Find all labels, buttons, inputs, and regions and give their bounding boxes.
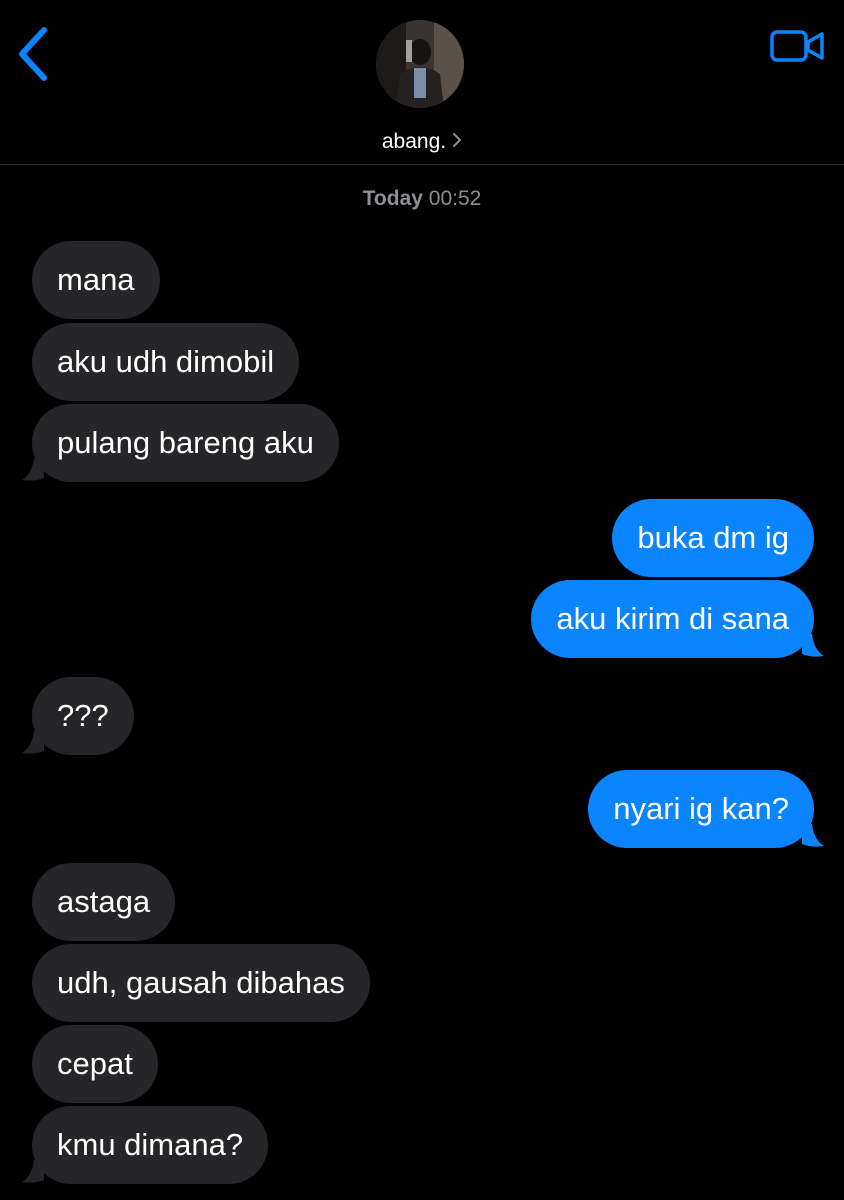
incoming-bubble-tail [22, 1160, 44, 1183]
incoming-message-bubble[interactable]: cepat [32, 1025, 158, 1103]
chevron-left-icon [19, 27, 47, 81]
message-timestamp: Today 00:52 [0, 185, 844, 213]
incoming-message-bubble[interactable]: pulang bareng aku [32, 404, 339, 482]
incoming-bubble-tail [22, 731, 44, 754]
incoming-message-bubble[interactable]: mana [32, 241, 160, 319]
incoming-bubble-tail [22, 458, 44, 481]
contact-name-link[interactable]: abang. [0, 128, 844, 156]
back-button[interactable] [14, 24, 54, 84]
outgoing-message-bubble[interactable]: aku kirim di sana [531, 580, 814, 658]
incoming-message-bubble[interactable]: ??? [32, 677, 134, 755]
contact-avatar[interactable] [376, 20, 464, 108]
avatar-photo [376, 20, 464, 108]
incoming-message-bubble[interactable]: udh, gausah dibahas [32, 944, 370, 1022]
incoming-message-bubble[interactable]: aku udh dimobil [32, 323, 300, 401]
timestamp-day: Today [362, 187, 423, 210]
video-call-button[interactable] [768, 24, 828, 68]
video-camera-icon [770, 30, 824, 62]
outgoing-message-bubble[interactable]: nyari ig kan? [588, 770, 814, 848]
conversation-header: abang. [0, 0, 844, 165]
incoming-message-bubble[interactable]: kmu dimana? [32, 1106, 269, 1184]
outgoing-bubble-tail [802, 824, 824, 847]
timestamp-time: 00:52 [428, 187, 482, 210]
outgoing-message-bubble[interactable]: buka dm ig [612, 499, 814, 577]
outgoing-bubble-tail [802, 634, 824, 657]
contact-name: abang. [381, 130, 447, 153]
incoming-message-bubble[interactable]: astaga [32, 863, 176, 941]
chevron-right-icon [453, 133, 462, 148]
